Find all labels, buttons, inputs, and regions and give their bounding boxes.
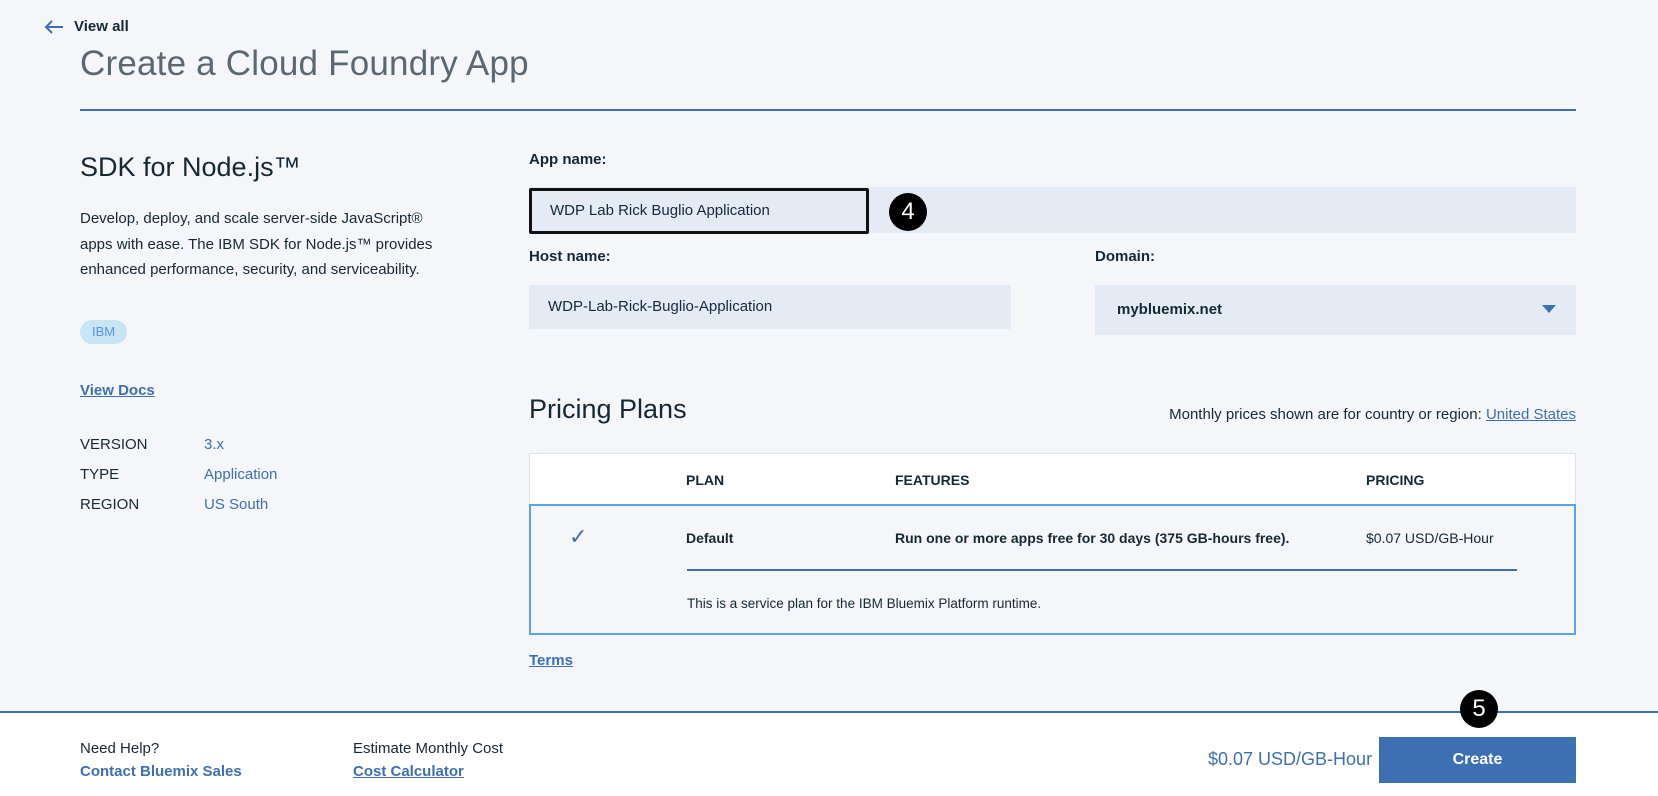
header-features: FEATURES bbox=[895, 472, 970, 488]
region-link[interactable]: United States bbox=[1486, 406, 1576, 423]
step-badge-4: 4 bbox=[889, 193, 927, 231]
meta-row-version: VERSION 3.x bbox=[80, 436, 224, 453]
plan-features: Run one or more apps free for 30 days (3… bbox=[895, 530, 1290, 546]
domain-select[interactable]: mybluemix.net bbox=[1095, 285, 1576, 335]
meta-key: TYPE bbox=[80, 466, 120, 483]
app-name-input[interactable]: WDP Lab Rick Buglio Application bbox=[529, 188, 869, 234]
meta-value: Application bbox=[204, 466, 278, 483]
domain-label: Domain: bbox=[1095, 248, 1155, 265]
caret-down-icon bbox=[1542, 305, 1556, 313]
vendor-tag: IBM bbox=[80, 320, 128, 344]
footer-bar: Need Help? Contact Bluemix Sales Estimat… bbox=[0, 711, 1658, 796]
create-button[interactable]: Create bbox=[1379, 737, 1576, 783]
checkmark-icon: ✓ bbox=[569, 524, 588, 549]
meta-key: REGION bbox=[80, 496, 140, 513]
terms-link[interactable]: Terms bbox=[529, 652, 573, 669]
pricing-table: PLAN FEATURES PRICING ✓ Default Run one … bbox=[529, 453, 1576, 635]
plan-price: $0.07 USD/GB-Hour bbox=[1366, 530, 1494, 546]
meta-value: 3.x bbox=[204, 436, 225, 453]
header-pricing: PRICING bbox=[1366, 472, 1425, 488]
page-title: Create a Cloud Foundry App bbox=[80, 44, 529, 83]
header-plan: PLAN bbox=[686, 472, 725, 488]
meta-key: VERSION bbox=[80, 436, 148, 453]
domain-select-value: mybluemix.net bbox=[1117, 301, 1223, 318]
plan-description: This is a service plan for the IBM Bluem… bbox=[687, 596, 1042, 611]
sdk-title: SDK for Node.js™ bbox=[80, 152, 301, 182]
estimate-label: Estimate Monthly Cost bbox=[353, 740, 504, 757]
arrow-left-icon bbox=[44, 19, 63, 34]
step-badge-5: 5 bbox=[1460, 690, 1498, 728]
host-name-input[interactable]: WDP-Lab-Rick-Buglio-Application bbox=[529, 285, 1011, 329]
back-link-label: View all bbox=[74, 18, 129, 35]
region-note-text: Monthly prices shown are for country or … bbox=[1169, 406, 1486, 423]
cost-calculator-link[interactable]: Cost Calculator bbox=[353, 763, 464, 780]
meta-value: US South bbox=[204, 496, 269, 513]
pricing-title: Pricing Plans bbox=[529, 394, 687, 424]
region-note: Monthly prices shown are for country or … bbox=[1169, 406, 1576, 423]
back-link[interactable]: View all bbox=[44, 18, 129, 35]
host-name-label: Host name: bbox=[529, 248, 611, 265]
plan-name: Default bbox=[686, 530, 734, 546]
sdk-description: Develop, deploy, and scale server-side J… bbox=[80, 210, 433, 278]
contact-sales-link[interactable]: Contact Bluemix Sales bbox=[80, 763, 242, 780]
view-docs-link[interactable]: View Docs bbox=[80, 382, 155, 399]
title-divider bbox=[80, 109, 1576, 111]
help-label: Need Help? bbox=[80, 740, 160, 757]
plan-row-divider bbox=[687, 569, 1517, 571]
total-price: $0.07 USD/GB-Hour bbox=[1208, 749, 1373, 769]
meta-row-region: REGION US South bbox=[80, 496, 268, 513]
app-name-label: App name: bbox=[529, 151, 607, 168]
meta-row-type: TYPE Application bbox=[80, 466, 277, 483]
plan-row-default[interactable]: ✓ Default Run one or more apps free for … bbox=[529, 504, 1576, 635]
